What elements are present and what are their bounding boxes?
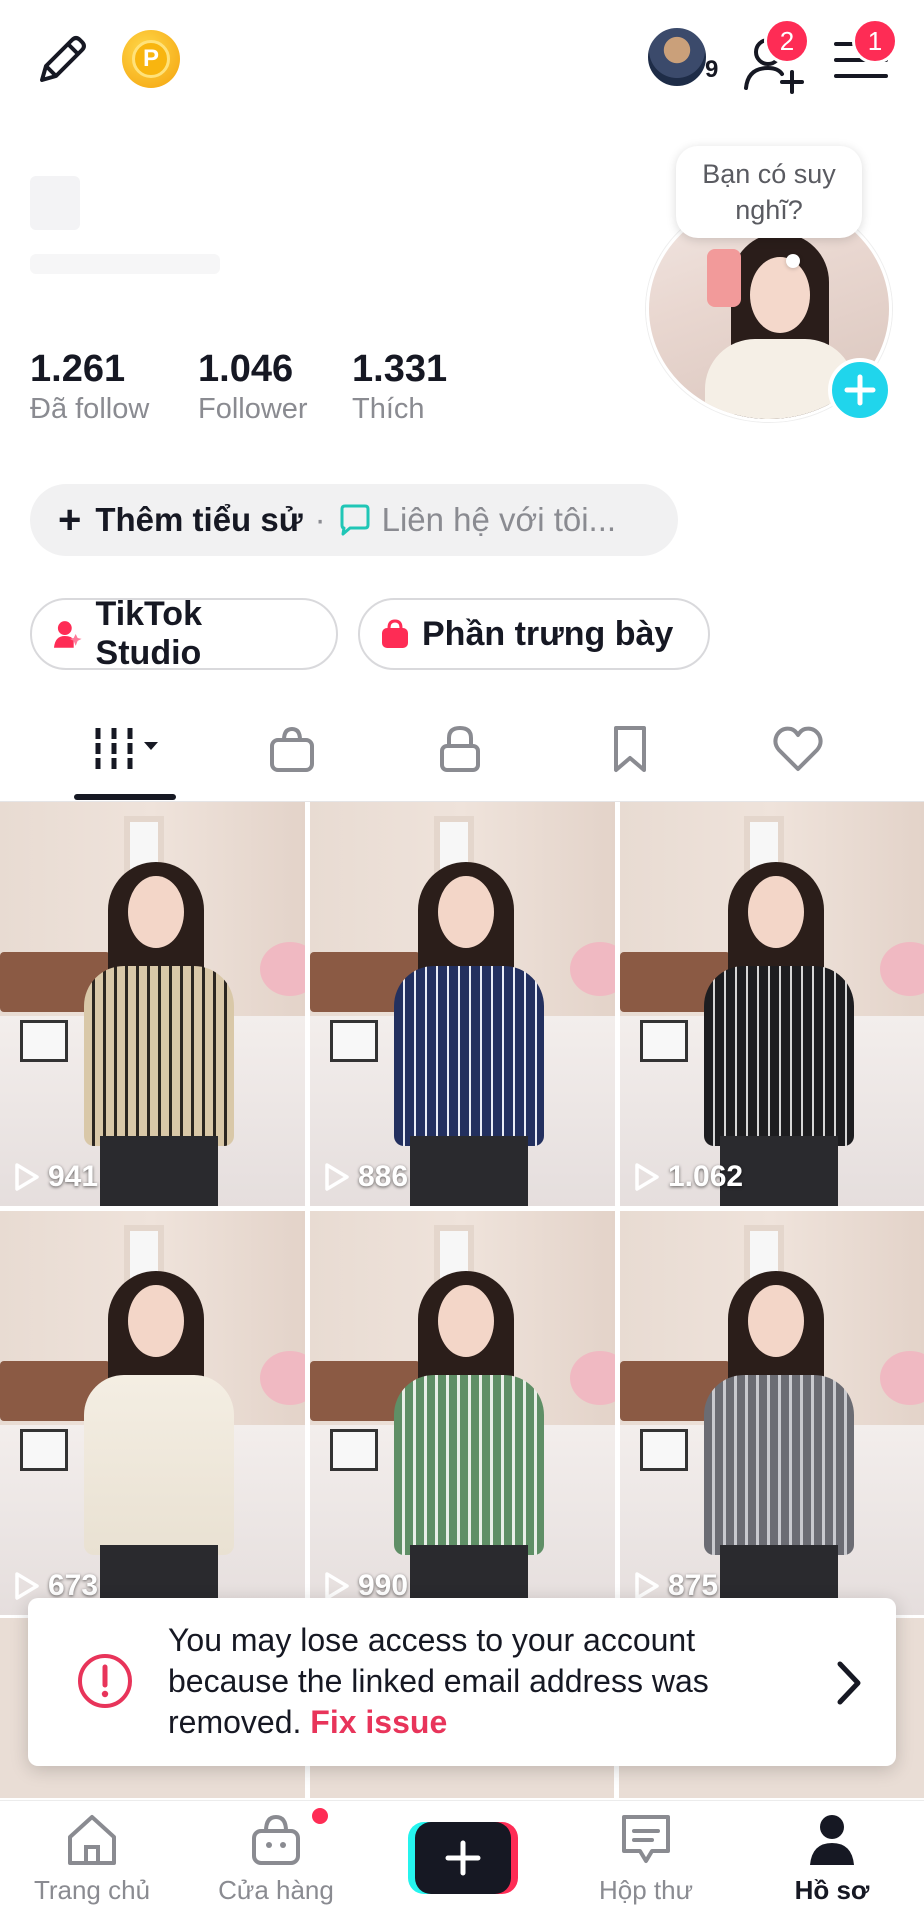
video-thumbnail[interactable]: 941 <box>0 802 305 1206</box>
inbox-icon <box>622 1815 670 1863</box>
tab-shop[interactable] <box>252 714 332 784</box>
add-avatar-button[interactable] <box>828 358 892 422</box>
tab-videos[interactable] <box>86 714 166 784</box>
menu-badge: 1 <box>852 18 898 64</box>
nav-profile-label: Hồ sơ <box>794 1875 870 1905</box>
showcase-label: Phần trưng bày <box>422 614 674 653</box>
friends-count: 9 <box>705 56 719 83</box>
stat-following[interactable]: 1.261 Đã follow <box>30 348 149 426</box>
hidden-display-name <box>30 176 80 230</box>
coin-icon[interactable]: P <box>122 30 180 88</box>
bio-separator: · <box>314 501 326 538</box>
following-label: Đã follow <box>30 393 150 425</box>
studio-icon <box>53 621 82 648</box>
profile-tabs <box>0 700 924 802</box>
chevron-right-icon[interactable] <box>832 1658 866 1708</box>
nav-inbox-label: Hộp thư <box>598 1875 693 1905</box>
hidden-username <box>30 254 220 274</box>
view-count: 941 <box>14 1160 98 1194</box>
message-icon <box>340 504 370 536</box>
following-count: 1.261 <box>30 348 126 390</box>
play-icon <box>15 1163 39 1191</box>
view-count: 886 <box>324 1160 408 1194</box>
video-thumbnail[interactable]: 990 <box>310 1211 615 1615</box>
add-friend-badge: 2 <box>764 18 810 64</box>
play-icon <box>635 1572 659 1600</box>
fix-issue-link[interactable]: Fix issue <box>310 1704 447 1740</box>
thought-bubble[interactable]: Bạn có suy nghĩ? <box>676 146 862 238</box>
account-warning-banner[interactable]: You may lose access to your account beca… <box>28 1598 896 1766</box>
tiktok-studio-button[interactable]: TikTok Studio <box>30 595 338 672</box>
shopping-bag-icon <box>252 1814 300 1865</box>
warning-text: You may lose access to your account beca… <box>168 1620 788 1743</box>
video-thumbnail[interactable]: 886 <box>310 802 615 1206</box>
tab-liked[interactable] <box>758 714 838 784</box>
friends-avatar[interactable] <box>646 26 708 88</box>
stat-followers[interactable]: 1.046 Follower <box>198 348 308 426</box>
bubble-tail <box>786 254 800 268</box>
play-icon <box>325 1163 349 1191</box>
active-tab-indicator <box>74 794 176 800</box>
plus-icon <box>844 374 876 406</box>
profile-icon <box>810 1815 854 1865</box>
video-thumbnail[interactable]: 673 <box>0 1211 305 1615</box>
nav-profile[interactable]: Hồ sơ <box>757 1811 907 1917</box>
video-thumbnail[interactable]: 1.062 <box>620 802 924 1206</box>
shopping-bag-icon <box>382 619 408 648</box>
followers-label: Follower <box>198 393 308 425</box>
play-icon <box>15 1572 39 1600</box>
showcase-button[interactable]: Phần trưng bày <box>358 598 710 670</box>
likes-label: Thích <box>352 393 425 425</box>
plus-icon: + <box>58 498 82 542</box>
edit-profile-icon[interactable] <box>32 30 92 90</box>
video-grid-icon <box>95 728 158 770</box>
plus-icon <box>445 1840 481 1876</box>
view-count: 1.062 <box>634 1160 743 1194</box>
nav-home[interactable]: Trang chủ <box>17 1811 167 1917</box>
lock-icon <box>440 725 480 772</box>
nav-home-label: Trang chủ <box>33 1875 151 1905</box>
warning-icon <box>78 1654 132 1708</box>
video-thumbnail[interactable]: 875 <box>620 1211 924 1615</box>
stat-likes[interactable]: 1.331 Thích <box>352 348 447 426</box>
home-icon <box>68 1815 116 1865</box>
likes-count: 1.331 <box>352 348 448 390</box>
play-icon <box>325 1572 349 1600</box>
create-button[interactable] <box>408 1822 518 1894</box>
contact-label: Liên hệ với tôi... <box>381 501 617 538</box>
bookmark-icon <box>614 726 646 772</box>
shopping-bag-icon <box>270 726 314 772</box>
add-bio-label: Thêm tiểu sử <box>95 501 303 538</box>
nav-shop[interactable]: Cửa hàng <box>201 1811 351 1917</box>
followers-count: 1.046 <box>198 348 294 390</box>
tab-saved[interactable] <box>590 714 670 784</box>
nav-inbox[interactable]: Hộp thư <box>571 1811 721 1917</box>
bio-pill[interactable]: + Thêm tiểu sử · Liên hệ với tôi... <box>30 484 678 556</box>
tiktok-studio-label: TikTok Studio <box>95 595 202 672</box>
heart-icon <box>773 726 823 771</box>
play-icon <box>635 1163 659 1191</box>
coin-letter: P <box>132 40 170 78</box>
shop-notification-dot <box>310 1806 330 1826</box>
tab-private[interactable] <box>420 714 500 784</box>
nav-shop-label: Cửa hàng <box>218 1875 334 1905</box>
